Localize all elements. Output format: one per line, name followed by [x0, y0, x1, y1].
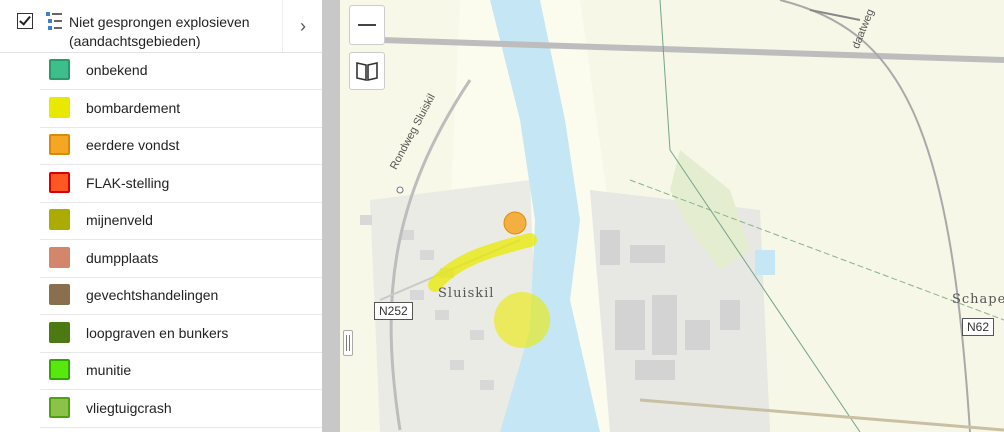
legend-swatch — [49, 284, 70, 305]
panel-resize-handle[interactable] — [343, 330, 353, 356]
legend-swatch — [49, 396, 70, 418]
legend-item: dumpplaats — [40, 240, 322, 278]
legend-swatch — [49, 321, 70, 343]
legend-item: gevechtshandelingen — [40, 277, 322, 315]
zoom-out-button[interactable] — [349, 5, 385, 45]
eerdere-vondst-point — [503, 211, 527, 235]
legend-swatch — [49, 359, 70, 380]
legend-label: onbekend — [86, 62, 148, 78]
legend-swatch — [49, 96, 70, 118]
town-label-sluiskil: Sluiskil — [438, 286, 495, 301]
legend-item: loopgraven en bunkers — [40, 315, 322, 353]
legend-label: eerdere vondst — [86, 137, 180, 153]
road-shield-n252: N252 — [374, 302, 413, 320]
legend-item: FLAK-stelling — [40, 165, 322, 203]
legend-list-icon[interactable] — [44, 11, 64, 31]
legend-item: vliegtuigcrash — [40, 390, 322, 428]
legend-item: onbekend — [40, 52, 322, 90]
legend-label: mijnenveld — [86, 212, 153, 228]
map-canvas[interactable] — [340, 0, 1004, 432]
road-shield-n62: N62 — [962, 318, 995, 336]
open-book-icon — [356, 62, 378, 81]
legend-item: eerdere vondst — [40, 127, 322, 165]
layer-visibility-checkbox[interactable] — [17, 13, 33, 29]
minus-icon — [358, 24, 376, 26]
legend-label: dumpplaats — [86, 249, 159, 266]
legend-label: vliegtuigcrash — [86, 399, 172, 416]
legend-label: bombardement — [86, 99, 181, 116]
legend-swatch — [49, 246, 70, 268]
layer-panel: Niet gesprongen explosieven (aandachtsge… — [0, 0, 322, 432]
bookmarks-button[interactable] — [349, 52, 385, 90]
legend-item: munitie — [40, 352, 322, 390]
chevron-right-icon[interactable]: › — [282, 0, 322, 52]
legend-swatch — [49, 59, 70, 80]
legend-swatch — [49, 171, 70, 193]
town-label-schapen: Schapen — [952, 292, 1004, 307]
legend-label: gevechtshandelingen — [86, 287, 219, 303]
layer-title[interactable]: Niet gesprongen explosieven (aandachtsge… — [69, 13, 279, 51]
legend-item: bombardement — [40, 90, 322, 128]
layer-header: Niet gesprongen explosieven (aandachtsge… — [0, 0, 322, 53]
legend-swatch — [49, 134, 70, 155]
legend-label: loopgraven en bunkers — [86, 324, 229, 341]
legend-label: FLAK-stelling — [86, 174, 170, 191]
panel-scrollbar[interactable] — [322, 0, 340, 432]
bombardement-area-circle — [494, 292, 550, 348]
legend-label: munitie — [86, 362, 132, 378]
legend-item: mijnenveld — [40, 202, 322, 240]
map-view[interactable]: Sluiskil Schapen N252 N62 Rondweg Sluisk… — [340, 0, 1004, 432]
legend-swatch — [49, 209, 70, 230]
